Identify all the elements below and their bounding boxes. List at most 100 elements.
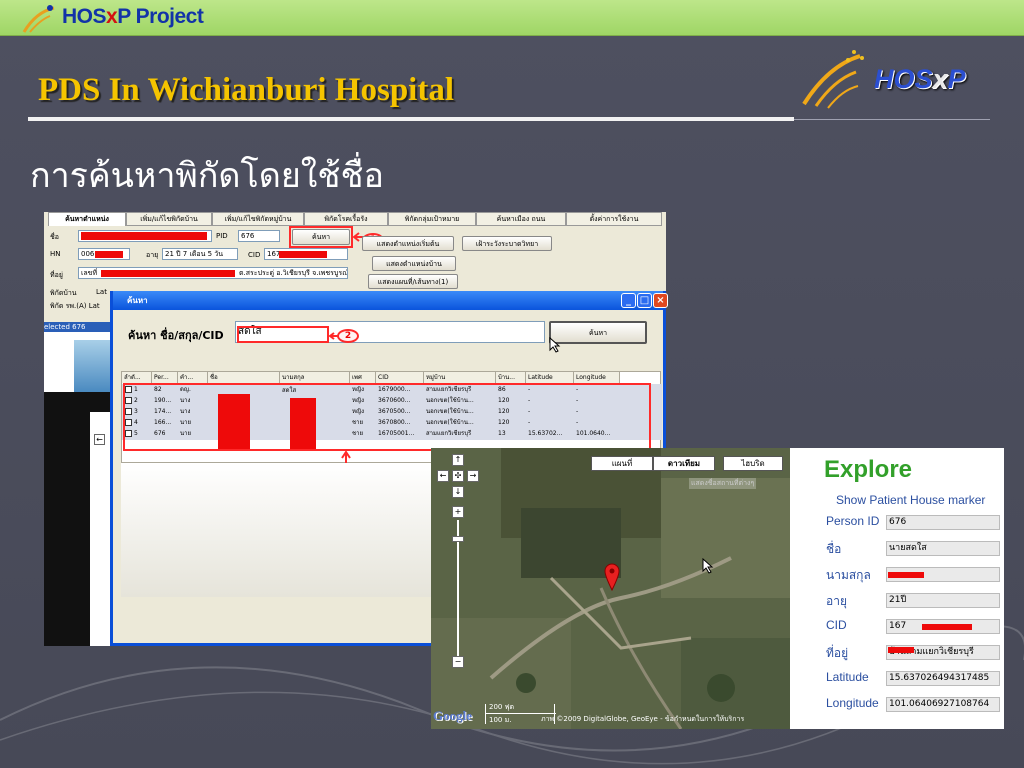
explore-field-label: Latitude bbox=[826, 670, 869, 684]
hosxp-logo-text: HOSxP bbox=[874, 64, 966, 94]
dialog-title-bar: ค้นหา bbox=[113, 291, 663, 310]
redaction bbox=[95, 251, 123, 258]
pan-up-icon[interactable]: ↑ bbox=[452, 454, 464, 466]
explore-field-label: นามสกุล bbox=[826, 568, 871, 582]
map-type-satellite[interactable]: ดาวเทียม bbox=[653, 456, 715, 471]
pan-down-icon[interactable]: ↓ bbox=[452, 486, 464, 498]
scale-meter-label: 100 ม. bbox=[489, 716, 512, 724]
redaction bbox=[922, 624, 972, 630]
hosxp-logo-swoosh-icon bbox=[802, 50, 864, 109]
map-thumbnail bbox=[74, 340, 110, 392]
tab-settings[interactable]: ตั้งค่าการใช้งาน bbox=[566, 212, 662, 226]
pan-right-icon[interactable]: → bbox=[467, 470, 479, 482]
explore-field-label: ที่อยู่ bbox=[826, 646, 849, 660]
explore-field-value[interactable]: นายสดใส bbox=[886, 541, 1000, 556]
col-header-lastname[interactable]: นามสกุล bbox=[280, 372, 350, 383]
col-header-latitude[interactable]: Latitude bbox=[526, 372, 574, 383]
redaction bbox=[888, 647, 914, 653]
map-type-hybrid[interactable]: ไฮบริด bbox=[723, 456, 783, 471]
surveillance-button[interactable]: เฝ้าระวังระบาดวิทยา bbox=[462, 236, 552, 251]
satellite-map[interactable]: แผนที่ ดาวเทียม ไฮบริด แสดงชื่อสถานที่ต่… bbox=[431, 448, 790, 729]
redaction bbox=[888, 572, 924, 578]
slide: HOSxP Project PDS In Wichianburi Hospita… bbox=[0, 0, 1024, 768]
explore-field-label: CID bbox=[826, 618, 847, 632]
tab-chronic-disease[interactable]: พิกัดโรคเรื้อรัง bbox=[304, 212, 388, 226]
mouse-cursor-icon bbox=[702, 558, 714, 574]
col-header-prefix[interactable]: คำ... bbox=[178, 372, 208, 383]
house-marker-pin-icon[interactable] bbox=[603, 562, 621, 592]
pid-label: PID bbox=[216, 232, 228, 240]
col-header-sex[interactable]: เพศ bbox=[350, 372, 376, 383]
redaction bbox=[81, 232, 207, 240]
col-header-longitude[interactable]: Longitude bbox=[574, 372, 620, 383]
pid-field[interactable]: 676 bbox=[238, 230, 280, 242]
zoom-slider-handle[interactable] bbox=[452, 536, 464, 542]
title-divider-thin bbox=[794, 119, 990, 120]
show-start-location-button[interactable]: แสดงตำแหน่งเริ่มต้น bbox=[362, 236, 454, 251]
zoom-out-icon[interactable]: − bbox=[452, 656, 464, 668]
show-house-location-button[interactable]: แสดงตำแหน่งบ้าน bbox=[372, 256, 456, 271]
explore-field-value[interactable]: 101.06406927108764 bbox=[886, 697, 1000, 712]
tab-edit-house-coords[interactable]: เพิ่ม/แก้ไขพิกัดบ้าน bbox=[126, 212, 212, 226]
left-map-strip: elected 676 ← bbox=[44, 322, 110, 646]
tab-search-location[interactable]: ค้นหาตำแหน่ง bbox=[48, 212, 126, 226]
subheading: การค้นหาพิกัดโดยใช้ชื่อ bbox=[30, 156, 384, 196]
redaction bbox=[101, 270, 235, 277]
close-icon[interactable]: × bbox=[653, 293, 668, 308]
title-divider bbox=[28, 117, 794, 121]
explore-field-label: Person ID bbox=[826, 514, 880, 528]
address-label: ที่อยู่ bbox=[50, 271, 63, 279]
hn-field[interactable]: 006 bbox=[78, 248, 130, 260]
callout-2: 2 bbox=[337, 329, 359, 343]
mouse-cursor-icon bbox=[549, 337, 561, 353]
explore-field-label: อายุ bbox=[826, 594, 847, 608]
map-overlay-option[interactable]: แสดงชื่อสถานที่ต่างๆ bbox=[689, 478, 757, 489]
tab-strip: ค้นหาตำแหน่ง เพิ่ม/แก้ไขพิกัดบ้าน เพิ่ม/… bbox=[44, 212, 666, 226]
col-header-index[interactable]: ลำดั... bbox=[122, 372, 152, 383]
address-field[interactable]: เลขที่ ต.สระประดู่ อ.วิเชียรบุรี จ.เพชรบ… bbox=[78, 267, 348, 279]
tab-edit-village-coords[interactable]: เพิ่ม/แก้ไขพิกัดหมู่บ้าน bbox=[212, 212, 304, 226]
maximize-icon[interactable]: □ bbox=[637, 293, 652, 308]
name-label: ชื่อ bbox=[50, 233, 59, 241]
slide-title: PDS In Wichianburi Hospital bbox=[38, 72, 454, 108]
redaction bbox=[279, 251, 327, 258]
hn-label: HN bbox=[50, 250, 61, 258]
explore-field-label: Longitude bbox=[826, 696, 879, 710]
hospital-coord-label: พิกัด รพ.(A) Lat bbox=[50, 302, 100, 310]
explore-field-label: ชื่อ bbox=[826, 542, 842, 556]
col-header-cid[interactable]: CID bbox=[376, 372, 424, 383]
hosxp-logo-icon bbox=[22, 5, 55, 33]
tab-target-group[interactable]: พิกัดกลุ่มเป้าหมาย bbox=[388, 212, 476, 226]
scale-feet-label: 200 ฟุต bbox=[489, 703, 515, 711]
explore-field-value[interactable]: 15.637026494317485 bbox=[886, 671, 1000, 686]
cid-label: CID bbox=[248, 251, 261, 259]
zoom-in-icon[interactable]: + bbox=[452, 506, 464, 518]
highlight-box-3 bbox=[123, 383, 651, 451]
age-field[interactable]: 21 ปี 7 เดือน 5 วัน bbox=[162, 248, 238, 260]
dialog-search-label: ค้นหา ชื่อ/สกุล/CID bbox=[128, 329, 224, 342]
home-coord-label: พิกัดบ้าน bbox=[50, 289, 77, 297]
explore-title: Explore bbox=[824, 456, 913, 483]
show-route-button[interactable]: แสดงแผนที่/เส้นทาง(1) bbox=[368, 274, 458, 289]
minimize-icon[interactable]: _ bbox=[621, 293, 636, 308]
back-arrow-icon[interactable]: ← bbox=[94, 434, 105, 445]
explore-field-value[interactable]: 21ปี bbox=[886, 593, 1000, 608]
explore-panel: Explore Show Patient House marker Person… bbox=[790, 448, 1004, 729]
col-header-person[interactable]: Per... bbox=[152, 372, 178, 383]
pan-left-icon[interactable]: ← bbox=[437, 470, 449, 482]
header-brand: HOSxP Project bbox=[62, 5, 204, 28]
col-header-house[interactable]: บ้าน... bbox=[496, 372, 526, 383]
age-label: อายุ bbox=[146, 251, 159, 259]
dialog-search-button[interactable]: ค้นหา bbox=[549, 321, 647, 344]
header-bar: HOSxP Project bbox=[0, 0, 1024, 36]
map-type-map[interactable]: แผนที่ bbox=[591, 456, 653, 471]
highlight-box-2 bbox=[237, 326, 329, 343]
tab-search-city-road[interactable]: ค้นหาเมือง ถนน bbox=[476, 212, 566, 226]
map-copyright[interactable]: ภาพ ©2009 DigitalGlobe, GeoEye - ข้อกำหน… bbox=[541, 714, 744, 725]
cid-field[interactable]: 167 bbox=[264, 248, 348, 260]
explore-field-value[interactable]: 676 bbox=[886, 515, 1000, 530]
pan-center-icon[interactable]: ✣ bbox=[452, 470, 464, 482]
col-header-firstname[interactable]: ชื่อ bbox=[208, 372, 280, 383]
name-field[interactable] bbox=[78, 230, 212, 242]
col-header-village[interactable]: หมู่บ้าน bbox=[424, 372, 496, 383]
